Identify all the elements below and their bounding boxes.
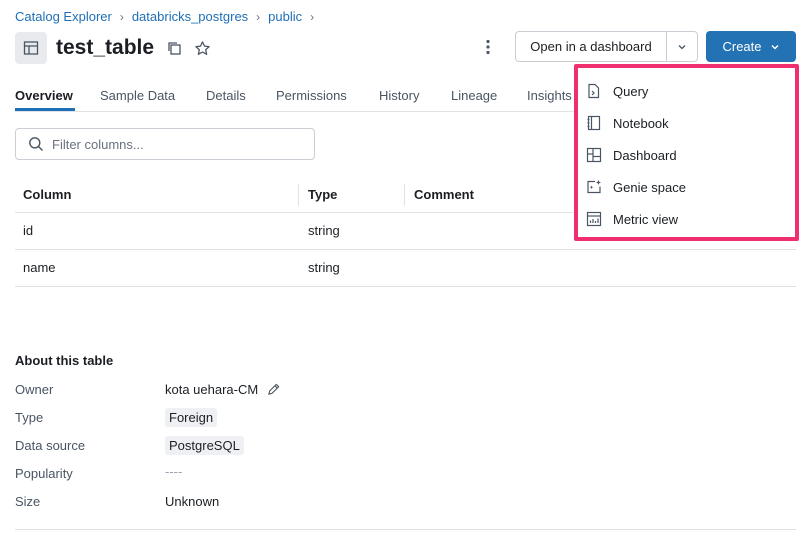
owner-label: Owner: [15, 382, 54, 397]
column-header-column[interactable]: Column: [23, 187, 71, 202]
metric-view-icon: [585, 210, 603, 228]
page-title: test_table: [56, 36, 155, 59]
data-source-tag: PostgreSQL: [165, 436, 244, 455]
popularity-label: Popularity: [15, 466, 73, 481]
columns-table: Column Type Comment id string name strin…: [15, 176, 575, 287]
edit-pencil-icon[interactable]: [266, 382, 281, 397]
size-label: Size: [15, 494, 41, 509]
column-divider[interactable]: [404, 184, 405, 206]
open-in-dashboard-split-button: Open in a dashboard: [515, 31, 698, 62]
cell-column-name: name: [23, 260, 56, 275]
table-divider: [575, 286, 796, 287]
breadcrumb-databricks-postgres[interactable]: databricks_postgres: [132, 9, 248, 24]
popularity-value: ----: [165, 464, 183, 479]
table-icon: [15, 32, 47, 64]
breadcrumb-catalog-explorer[interactable]: Catalog Explorer: [15, 9, 112, 24]
data-source-label: Data source: [15, 438, 86, 453]
size-value: Unknown: [165, 494, 220, 509]
tab-permissions[interactable]: Permissions: [276, 88, 347, 103]
notebook-icon: [585, 114, 603, 132]
title-row: test_table: [15, 32, 211, 64]
menu-item-label: Genie space: [613, 179, 686, 195]
chevron-down-icon: [771, 44, 779, 49]
menu-item-dashboard[interactable]: Dashboard: [585, 142, 785, 168]
breadcrumb-separator: ›: [310, 9, 315, 24]
table-row[interactable]: name string: [15, 250, 575, 287]
table-header: Column Type Comment: [15, 176, 575, 213]
cell-column-type: string: [308, 223, 340, 238]
breadcrumb-separator: ›: [119, 9, 124, 24]
filter-columns-input[interactable]: [52, 136, 292, 152]
create-dropdown-menu: Query Notebook Dashboard Genie space Met…: [574, 64, 799, 241]
menu-item-notebook[interactable]: Notebook: [585, 110, 785, 136]
breadcrumb-separator: ›: [256, 9, 261, 24]
create-button[interactable]: Create: [706, 31, 796, 62]
dashboard-icon: [585, 146, 603, 164]
owner-name: kota uehara-CM: [165, 382, 259, 397]
query-icon: [585, 82, 603, 100]
breadcrumb-public[interactable]: public: [268, 9, 302, 24]
filter-columns-field: [15, 128, 315, 160]
table-row[interactable]: id string: [15, 213, 575, 250]
menu-item-metric-view[interactable]: Metric view: [585, 206, 785, 232]
menu-item-query[interactable]: Query: [585, 78, 785, 104]
star-icon[interactable]: [194, 40, 211, 57]
column-header-type[interactable]: Type: [308, 187, 337, 202]
owner-value: kota uehara-CM: [165, 382, 281, 397]
table-divider: [575, 249, 796, 250]
breadcrumb: Catalog Explorer › databricks_postgres ›…: [15, 9, 322, 24]
section-divider: [15, 529, 796, 530]
active-tab-indicator: [15, 108, 75, 111]
data-source-value: PostgreSQL: [165, 436, 244, 455]
create-button-label: Create: [722, 39, 762, 54]
column-header-comment[interactable]: Comment: [414, 187, 474, 202]
tab-lineage[interactable]: Lineage: [451, 88, 497, 103]
more-options-icon[interactable]: [478, 36, 498, 58]
cell-column-type: string: [308, 260, 340, 275]
column-divider[interactable]: [298, 184, 299, 206]
copy-icon[interactable]: [166, 40, 182, 56]
type-value: Foreign: [165, 408, 218, 427]
menu-item-label: Notebook: [613, 115, 669, 131]
chevron-down-icon[interactable]: [667, 32, 697, 61]
search-icon: [29, 137, 43, 151]
tab-insights[interactable]: Insights: [527, 88, 572, 103]
tab-sample-data[interactable]: Sample Data: [100, 88, 175, 103]
menu-item-genie-space[interactable]: Genie space: [585, 174, 785, 200]
cell-column-name: id: [23, 223, 34, 238]
tab-overview[interactable]: Overview: [15, 88, 73, 103]
genie-space-icon: [585, 178, 603, 196]
about-section-title: About this table: [15, 353, 114, 368]
menu-item-label: Dashboard: [613, 147, 677, 163]
menu-item-label: Query: [613, 83, 649, 99]
tab-history[interactable]: History: [379, 88, 419, 103]
type-tag: Foreign: [165, 408, 218, 427]
open-in-dashboard-button[interactable]: Open in a dashboard: [516, 32, 667, 61]
tab-details[interactable]: Details: [206, 88, 246, 103]
menu-item-label: Metric view: [613, 211, 679, 227]
type-label: Type: [15, 410, 44, 425]
